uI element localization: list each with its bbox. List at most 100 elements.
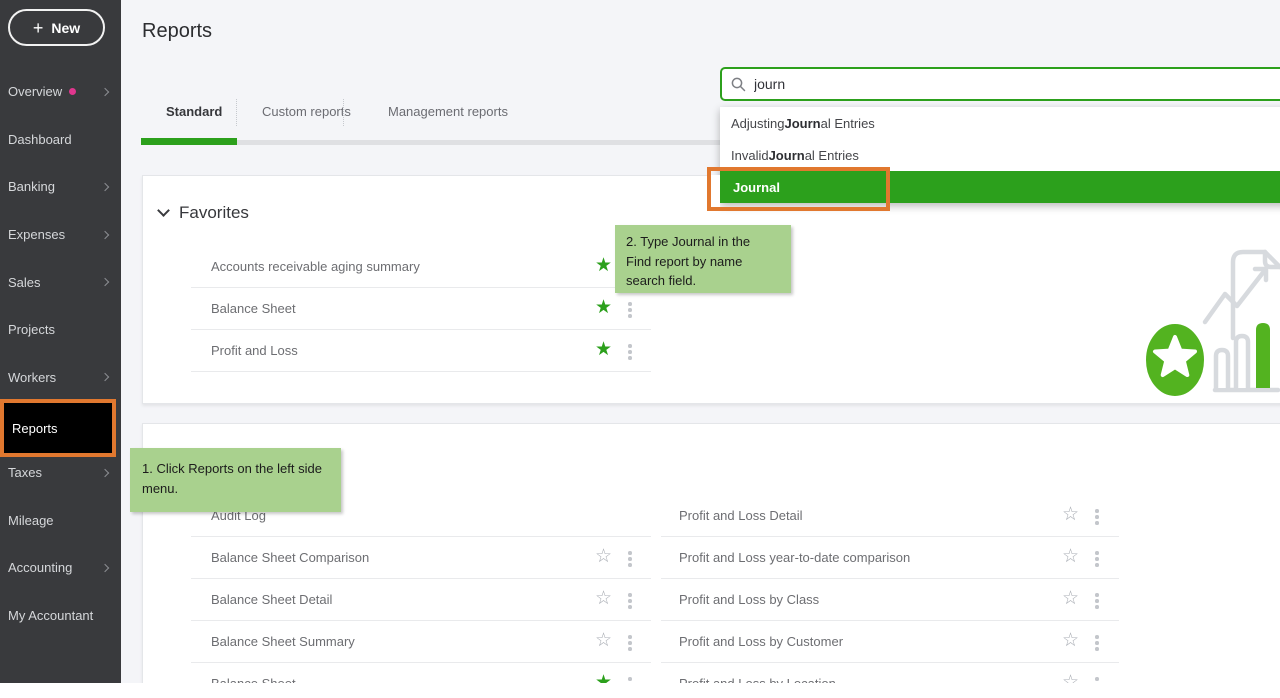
favorite-row[interactable]: Balance Sheet ★	[191, 288, 651, 330]
chevron-right-icon	[101, 373, 109, 381]
tab-custom-reports[interactable]: Custom reports	[262, 104, 351, 119]
sidebar-item-label: Accounting	[8, 560, 72, 575]
sidebar-item-dashboard[interactable]: Dashboard	[0, 116, 121, 164]
sidebar-item-reports[interactable]: Reports	[0, 399, 116, 457]
report-row[interactable]: Profit and Loss year-to-date comparison …	[661, 537, 1119, 579]
tab-standard[interactable]: Standard	[166, 104, 222, 119]
report-row[interactable]: Profit and Loss by Customer ☆	[661, 621, 1119, 663]
active-tab-indicator	[141, 138, 237, 145]
suggestion-text: al Entries	[805, 148, 859, 163]
star-icon[interactable]: ☆	[595, 589, 612, 608]
sidebar-item-sales[interactable]: Sales	[0, 258, 121, 306]
sidebar-item-projects[interactable]: Projects	[0, 306, 121, 354]
sidebar-menu: Overview Dashboard Banking Expenses Sale…	[0, 68, 121, 639]
chevron-right-icon	[101, 278, 109, 286]
suggestion-text: Invalid	[731, 148, 769, 163]
chevron-right-icon	[101, 230, 109, 238]
star-icon[interactable]: ☆	[1062, 589, 1079, 608]
sidebar-item-label: Mileage	[8, 513, 54, 528]
page-title: Reports	[142, 20, 212, 43]
sidebar-item-label: Projects	[8, 322, 55, 337]
star-icon[interactable]: ★	[595, 256, 612, 275]
report-name: Accounts receivable aging summary	[211, 259, 420, 274]
sidebar-item-label: My Accountant	[8, 608, 93, 623]
suggestion-adjusting-journal-entries[interactable]: Adjusting Journal Entries	[720, 107, 1280, 139]
star-icon[interactable]: ★	[595, 340, 612, 359]
report-row[interactable]: Balance Sheet Comparison ☆	[191, 537, 651, 579]
sidebar-item-label: Overview	[8, 84, 62, 99]
report-name: Profit and Loss	[211, 343, 298, 358]
highlight-box-journal	[707, 167, 890, 211]
tab-management-reports[interactable]: Management reports	[388, 104, 508, 119]
highlight-box-inner-gap	[711, 175, 720, 207]
kebab-icon[interactable]	[626, 342, 634, 362]
kebab-icon[interactable]	[1093, 549, 1101, 569]
suggestion-match: Journ	[769, 148, 805, 163]
report-name: Profit and Loss year-to-date comparison	[679, 550, 910, 565]
sidebar-item-mileage[interactable]: Mileage	[0, 496, 121, 544]
sidebar-item-expenses[interactable]: Expenses	[0, 211, 121, 259]
report-row[interactable]: Balance Sheet Detail ☆	[191, 579, 651, 621]
star-icon[interactable]: ☆	[1062, 631, 1079, 650]
tab-divider	[343, 99, 344, 126]
chevron-right-icon	[101, 183, 109, 191]
sidebar-item-label: Sales	[8, 275, 41, 290]
notification-dot-icon	[69, 88, 76, 95]
star-icon[interactable]: ☆	[595, 547, 612, 566]
chevron-down-icon	[157, 204, 170, 217]
star-icon[interactable]: ☆	[1062, 505, 1079, 524]
chevron-right-icon	[101, 88, 109, 96]
kebab-icon[interactable]	[1093, 591, 1101, 611]
annotation-step-1: 1. Click Reports on the left side menu.	[130, 448, 341, 512]
reports-illustration	[1132, 240, 1280, 400]
report-name: Profit and Loss Detail	[679, 508, 803, 523]
search-input[interactable]	[754, 76, 1280, 92]
sidebar-item-workers[interactable]: Workers	[0, 354, 121, 402]
suggestion-match: Journ	[784, 116, 820, 131]
kebab-icon[interactable]	[626, 633, 634, 653]
favorite-row[interactable]: Accounts receivable aging summary ★	[191, 246, 651, 288]
sidebar-item-my-accountant[interactable]: My Accountant	[0, 592, 121, 640]
favorites-section-toggle[interactable]: Favorites	[159, 203, 249, 223]
sidebar-item-banking[interactable]: Banking	[0, 163, 121, 211]
suggestion-text: al Entries	[821, 116, 875, 131]
chevron-right-icon	[101, 563, 109, 571]
report-row[interactable]: Profit and Loss by Class ☆	[661, 579, 1119, 621]
sidebar: + New Overview Dashboard Banking Expense…	[0, 0, 121, 698]
report-row[interactable]: Profit and Loss Detail ☆	[661, 495, 1119, 537]
sidebar-item-label: Reports	[12, 421, 58, 436]
report-row[interactable]: Balance Sheet Summary ☆	[191, 621, 651, 663]
kebab-icon[interactable]	[626, 300, 634, 320]
sidebar-item-label: Dashboard	[8, 132, 72, 147]
kebab-icon[interactable]	[1093, 507, 1101, 527]
tab-divider	[236, 99, 237, 126]
report-name: Balance Sheet	[211, 301, 296, 316]
star-icon[interactable]: ★	[595, 298, 612, 317]
sidebar-item-label: Workers	[8, 370, 56, 385]
screenshot-bottom-margin	[0, 683, 1280, 698]
chevron-right-icon	[101, 468, 109, 476]
kebab-icon[interactable]	[1093, 633, 1101, 653]
search-icon	[731, 77, 746, 92]
kebab-icon[interactable]	[626, 549, 634, 569]
suggestion-text: Adjusting	[731, 116, 784, 131]
star-icon[interactable]: ☆	[1062, 547, 1079, 566]
new-button[interactable]: + New	[8, 9, 105, 46]
report-name: Profit and Loss by Class	[679, 592, 819, 607]
star-icon[interactable]: ☆	[595, 631, 612, 650]
sidebar-item-label: Banking	[8, 179, 55, 194]
plus-icon: +	[33, 19, 44, 37]
sidebar-item-overview[interactable]: Overview	[0, 68, 121, 116]
new-button-label: New	[51, 20, 80, 36]
favorite-row[interactable]: Profit and Loss ★	[191, 330, 651, 372]
sidebar-item-label: Expenses	[8, 227, 65, 242]
sidebar-item-label: Taxes	[8, 465, 42, 480]
annotation-step-2: 2. Type Journal in the Find report by na…	[615, 225, 791, 293]
favorites-title: Favorites	[179, 203, 249, 223]
report-name: Profit and Loss by Customer	[679, 634, 843, 649]
sidebar-item-accounting[interactable]: Accounting	[0, 544, 121, 592]
kebab-icon[interactable]	[626, 591, 634, 611]
report-name: Balance Sheet Summary	[211, 634, 355, 649]
find-report-search	[720, 67, 1280, 101]
report-name: Balance Sheet Detail	[211, 592, 332, 607]
